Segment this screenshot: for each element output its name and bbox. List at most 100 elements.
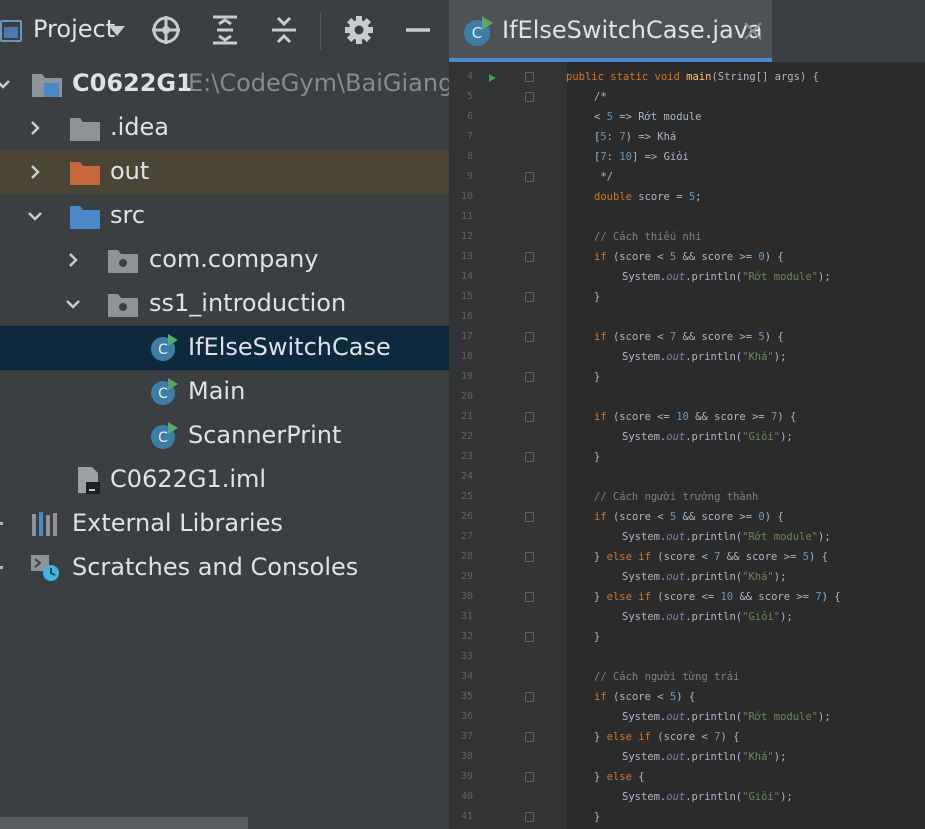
code-line[interactable]: 31 System.out.println("Giỏi"); xyxy=(449,607,925,627)
fold-marker-icon[interactable] xyxy=(525,72,534,82)
code-area[interactable]: 4 public static void main(String[] args) … xyxy=(449,62,925,829)
code-editor: C IfElseSwitchCase.java 4 public static v… xyxy=(449,0,925,829)
line-number: 28 xyxy=(460,551,473,562)
code-line[interactable]: 8 [7: 10] => Giỏi xyxy=(449,147,925,167)
code-text: // Cách người từng trải xyxy=(594,671,740,683)
fold-marker-icon[interactable] xyxy=(525,452,534,462)
code-line[interactable]: 29 System.out.println("Khá"); xyxy=(449,567,925,587)
code-line[interactable]: 7 [5: 7) => Khá xyxy=(449,127,925,147)
fold-marker-icon[interactable] xyxy=(525,692,534,702)
fold-marker-icon[interactable] xyxy=(525,372,534,382)
code-line[interactable]: 33 xyxy=(449,647,925,667)
code-line[interactable]: 28} else if (score < 7 && score >= 5) { xyxy=(449,547,925,567)
code-text: // Cách người trưởng thành xyxy=(594,491,759,503)
code-line[interactable]: 5 /* xyxy=(449,87,925,107)
chevron-right-icon[interactable] xyxy=(26,119,44,137)
chevron-down-icon[interactable] xyxy=(0,75,12,93)
code-line[interactable]: 14 System.out.println("Rớt module"); xyxy=(449,267,925,287)
fold-marker-icon[interactable] xyxy=(525,632,534,642)
code-line[interactable]: 9 */ xyxy=(449,167,925,187)
tree-item-main[interactable]: C Main xyxy=(0,370,449,414)
editor-tab-active[interactable]: C IfElseSwitchCase.java xyxy=(449,0,772,62)
fold-marker-icon[interactable] xyxy=(525,772,534,782)
chevron-down-icon[interactable] xyxy=(26,207,44,225)
tree-item-label: out xyxy=(110,157,150,185)
fold-marker-icon[interactable] xyxy=(525,332,534,342)
svg-text:C: C xyxy=(158,342,168,358)
fold-marker-icon[interactable] xyxy=(525,592,534,602)
gear-icon[interactable] xyxy=(342,13,376,47)
code-line[interactable]: 40 System.out.println("Giỏi"); xyxy=(449,787,925,807)
code-line[interactable]: 15} xyxy=(449,287,925,307)
chevron-down-icon[interactable] xyxy=(64,295,82,313)
code-line[interactable]: 21 if (score <= 10 && score >= 7) { xyxy=(449,407,925,427)
code-line[interactable]: 20 xyxy=(449,387,925,407)
chevron-right-icon[interactable] xyxy=(64,251,82,269)
minimize-icon[interactable] xyxy=(401,13,435,47)
code-line[interactable]: 4 public static void main(String[] args) … xyxy=(449,67,925,87)
fold-marker-icon[interactable] xyxy=(525,92,534,102)
tree-item-external-libraries[interactable]: External Libraries xyxy=(0,502,449,546)
fold-marker-icon[interactable] xyxy=(525,812,534,822)
fold-marker-icon[interactable] xyxy=(525,552,534,562)
fold-marker-icon[interactable] xyxy=(525,172,534,182)
tree-item-scannerprint[interactable]: C ScannerPrint xyxy=(0,414,449,458)
code-text: } else if (score < 7) { xyxy=(594,731,740,743)
run-icon[interactable] xyxy=(489,74,496,82)
tree-item-ifelseswitchcase[interactable]: C IfElseSwitchCase xyxy=(0,326,449,370)
tree-item-ss1-introduction[interactable]: ss1_introduction xyxy=(0,282,449,326)
code-line[interactable]: 35 if (score < 5) { xyxy=(449,687,925,707)
code-line[interactable]: 6 < 5 => Rớt module xyxy=(449,107,925,127)
code-line[interactable]: 34 // Cách người từng trải xyxy=(449,667,925,687)
chevron-down-icon[interactable] xyxy=(109,26,125,36)
code-line[interactable]: 12 // Cách thiếu nhi xyxy=(449,227,925,247)
close-icon[interactable] xyxy=(742,20,764,42)
line-number: 19 xyxy=(460,371,473,382)
fold-marker-icon[interactable] xyxy=(525,732,534,742)
code-line[interactable]: 18 System.out.println("Khá"); xyxy=(449,347,925,367)
tree-item-iml-file[interactable]: C0622G1.iml xyxy=(0,458,449,502)
code-line[interactable]: 16 xyxy=(449,307,925,327)
horizontal-scrollbar[interactable] xyxy=(0,815,449,829)
chevron-right-icon[interactable] xyxy=(26,163,44,181)
collapse-all-icon[interactable] xyxy=(267,13,301,47)
code-line[interactable]: 39} else { xyxy=(449,767,925,787)
code-line[interactable]: 26 if (score < 5 && score >= 0) { xyxy=(449,507,925,527)
code-line[interactable]: 23} xyxy=(449,447,925,467)
code-line[interactable]: 30} else if (score <= 10 && score >= 7) … xyxy=(449,587,925,607)
line-number: 24 xyxy=(460,471,473,482)
code-text: System.out.println("Khá"); xyxy=(622,751,787,763)
code-line[interactable]: 22 System.out.println("Giỏi"); xyxy=(449,427,925,447)
code-line[interactable]: 19} xyxy=(449,367,925,387)
fold-marker-icon[interactable] xyxy=(525,292,534,302)
code-line[interactable]: 17 if (score < 7 && score >= 5) { xyxy=(449,327,925,347)
code-line[interactable]: 32} xyxy=(449,627,925,647)
code-line[interactable]: 10 double score = 5; xyxy=(449,187,925,207)
code-line[interactable]: 27 System.out.println("Rớt module"); xyxy=(449,527,925,547)
expand-all-icon[interactable] xyxy=(208,13,242,47)
java-class-run-icon: C xyxy=(147,422,179,450)
code-line[interactable]: 11 xyxy=(449,207,925,227)
code-line[interactable]: 36 System.out.println("Rớt module"); xyxy=(449,707,925,727)
code-line[interactable]: 37} else if (score < 7) { xyxy=(449,727,925,747)
scrollbar-thumb[interactable] xyxy=(0,817,248,829)
tree-item-scratches[interactable]: Scratches and Consoles xyxy=(0,546,449,590)
locate-file-icon[interactable] xyxy=(149,13,183,47)
code-line[interactable]: 24 xyxy=(449,467,925,487)
project-view-title[interactable]: Project xyxy=(33,15,115,43)
line-number: 9 xyxy=(466,171,473,182)
code-line[interactable]: 41} xyxy=(449,807,925,827)
tree-item-out[interactable]: out xyxy=(0,150,449,194)
tree-item-project-root[interactable]: C0622G1 E:\CodeGym\BaiGiang\C xyxy=(0,62,449,106)
code-text: < 5 => Rớt module xyxy=(594,111,702,123)
fold-marker-icon[interactable] xyxy=(525,412,534,422)
code-line[interactable]: 13 if (score < 5 && score >= 0) { xyxy=(449,247,925,267)
fold-marker-icon[interactable] xyxy=(525,252,534,262)
tree-item-src[interactable]: src xyxy=(0,194,449,238)
tree-item-idea[interactable]: .idea xyxy=(0,106,449,150)
code-line[interactable]: 38 System.out.println("Khá"); xyxy=(449,747,925,767)
tree-item-com-company[interactable]: com.company xyxy=(0,238,449,282)
fold-marker-icon[interactable] xyxy=(525,512,534,522)
code-text: } else { xyxy=(594,771,645,783)
code-line[interactable]: 25 // Cách người trưởng thành xyxy=(449,487,925,507)
